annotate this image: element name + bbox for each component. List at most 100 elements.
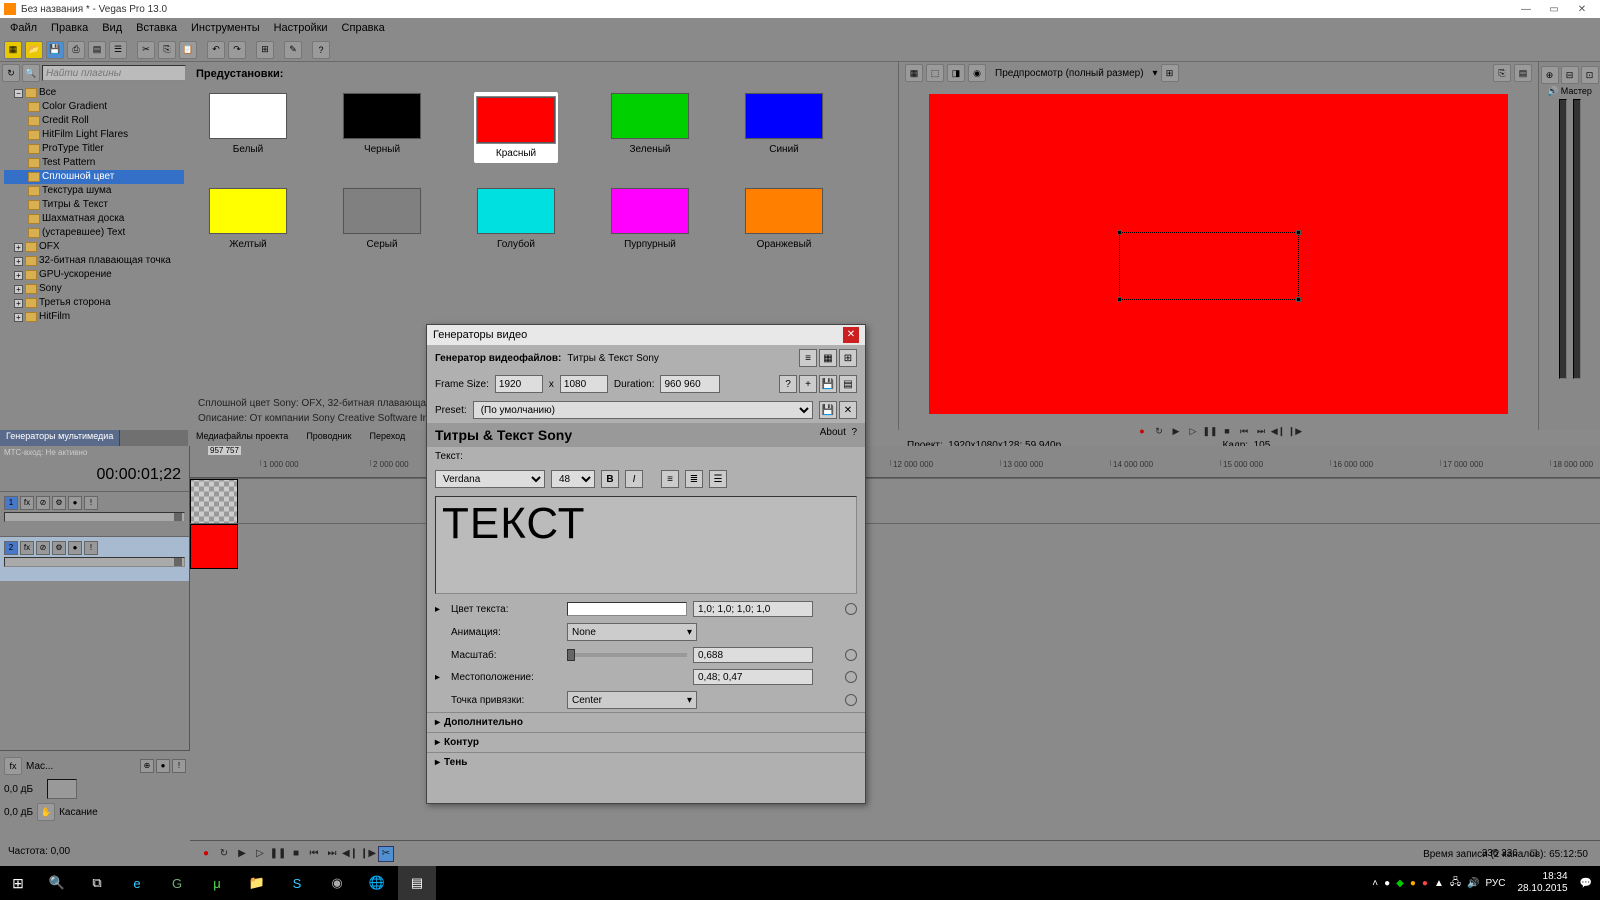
track-header-2[interactable]: 2fx⊘⚙●! (0, 536, 189, 581)
solid-color-clip[interactable] (190, 524, 238, 569)
mixer-insert-button[interactable]: ⊕ (140, 759, 154, 773)
loop-button[interactable]: ↻ (1152, 424, 1166, 438)
tree-item[interactable]: ProType Titler (4, 142, 184, 156)
task-view-button[interactable]: ⧉ (78, 866, 116, 900)
preview-save-button[interactable]: ▤ (1514, 64, 1532, 82)
maximize-button[interactable]: ▭ (1540, 1, 1568, 17)
menu-help[interactable]: Справка (336, 20, 391, 36)
tray-chevron-icon[interactable]: ˄ (1372, 878, 1378, 889)
utorrent-app[interactable]: μ (198, 866, 236, 900)
preset-swatch[interactable]: Пурпурный (608, 187, 692, 250)
snap-button[interactable]: ⊞ (256, 41, 274, 59)
next-frame-button[interactable]: ❙▶ (360, 846, 376, 862)
track-mute-button[interactable]: ● (68, 541, 82, 555)
loop-button[interactable]: ↻ (216, 846, 232, 862)
tray-icon[interactable]: ● (1410, 878, 1416, 889)
touch-icon[interactable]: ✋ (37, 803, 55, 821)
tree-item[interactable]: (устаревшее) Text (4, 226, 184, 240)
menu-settings[interactable]: Настройки (268, 20, 334, 36)
stop-button[interactable]: ■ (288, 846, 304, 862)
tree-group[interactable]: +OFX (4, 240, 184, 254)
preview-split-button[interactable]: ◨ (947, 64, 965, 82)
track-auto-button[interactable]: ⚙ (52, 541, 66, 555)
menu-edit[interactable]: Правка (45, 20, 94, 36)
tree-root[interactable]: −Все (4, 86, 184, 100)
go-start-button[interactable]: ⏮ (1237, 424, 1251, 438)
paste-button[interactable]: 📋 (179, 41, 197, 59)
keyframe-icon[interactable] (845, 603, 857, 615)
track-fx-button[interactable]: fx (20, 541, 34, 555)
scale-value[interactable]: 0,688 (693, 647, 813, 663)
preset-save-button[interactable]: 💾 (819, 401, 837, 419)
tab-project-media[interactable]: Медиафайлы проекта (188, 430, 296, 446)
explorer-app[interactable]: 📁 (238, 866, 276, 900)
tree-group[interactable]: +Sony (4, 282, 184, 296)
track-bypass-button[interactable]: ⊘ (36, 496, 50, 510)
text-color-swatch[interactable] (567, 602, 687, 616)
track-level-slider[interactable] (4, 557, 185, 567)
italic-button[interactable]: I (625, 470, 643, 488)
preview-frame[interactable] (929, 94, 1508, 414)
play-start-button[interactable]: ▶ (1169, 424, 1183, 438)
search-icon[interactable]: 🔍 (22, 64, 40, 82)
tree-group[interactable]: +GPU-ускорение (4, 268, 184, 282)
play-start-button[interactable]: ▶ (234, 846, 250, 862)
minimize-button[interactable]: — (1512, 1, 1540, 17)
font-size-select[interactable]: 48 (551, 470, 595, 488)
tray-volume-icon[interactable]: 🔊 (1467, 878, 1479, 889)
duration-input[interactable] (660, 375, 720, 393)
help-button[interactable]: ? (312, 41, 330, 59)
timeline-track-2[interactable] (190, 523, 1600, 568)
dlg-save-button[interactable]: 💾 (819, 375, 837, 393)
track-auto-button[interactable]: ⚙ (52, 496, 66, 510)
preview-mode-label[interactable]: Предпросмотр (полный размер) (989, 68, 1150, 79)
play-button[interactable]: ▷ (252, 846, 268, 862)
new-button[interactable]: ▦ (4, 41, 22, 59)
preset-swatch[interactable]: Зеленый (608, 92, 692, 163)
play-button[interactable]: ▷ (1186, 424, 1200, 438)
app-icon[interactable]: G (158, 866, 196, 900)
selection-box[interactable] (1119, 232, 1299, 300)
tab-explorer[interactable]: Проводник (298, 430, 359, 446)
track-bypass-button[interactable]: ⊘ (36, 541, 50, 555)
preset-swatch[interactable]: Черный (340, 92, 424, 163)
preview-opt-button[interactable]: ⬚ (926, 64, 944, 82)
bold-button[interactable]: B (601, 470, 619, 488)
start-button[interactable]: ⊞ (0, 866, 36, 900)
record-button[interactable]: ● (1135, 424, 1149, 438)
meter-opt1-button[interactable]: ⊕ (1541, 66, 1559, 84)
tree-item[interactable]: Test Pattern (4, 156, 184, 170)
properties-button[interactable]: ☰ (109, 41, 127, 59)
fold-outline[interactable]: ▸Контур (427, 732, 865, 752)
steam-app[interactable]: ◉ (318, 866, 356, 900)
track-solo-button[interactable]: ! (84, 541, 98, 555)
tree-item[interactable]: Color Gradient (4, 100, 184, 114)
tree-item[interactable]: Титры & Текст (4, 198, 184, 212)
tool1-button[interactable]: ✎ (284, 41, 302, 59)
redo-button[interactable]: ↷ (228, 41, 246, 59)
tray-icon[interactable]: ◆ (1396, 878, 1404, 889)
align-center-button[interactable]: ≣ (685, 470, 703, 488)
timeline-track-1[interactable] (190, 478, 1600, 523)
pause-button[interactable]: ❚❚ (270, 846, 286, 862)
preview-ext-button[interactable]: ▦ (905, 64, 923, 82)
mixer-mute-button[interactable]: ● (156, 759, 170, 773)
go-end-button[interactable]: ⏭ (1254, 424, 1268, 438)
save-as-button[interactable]: ⎙ (67, 41, 85, 59)
menu-view[interactable]: Вид (96, 20, 128, 36)
render-button[interactable]: ▤ (88, 41, 106, 59)
search-plugins-input[interactable] (42, 65, 186, 81)
tree-group[interactable]: +HitFilm (4, 310, 184, 324)
view-detail-button[interactable]: ⊞ (839, 349, 857, 367)
expand-icon[interactable]: ▸ (435, 604, 445, 615)
track-fx-button[interactable]: fx (20, 496, 34, 510)
tree-item[interactable]: Шахматная доска (4, 212, 184, 226)
undo-button[interactable]: ↶ (207, 41, 225, 59)
preset-swatch[interactable]: Серый (340, 187, 424, 250)
notifications-button[interactable]: 💬 (1580, 878, 1592, 889)
open-button[interactable]: 📂 (25, 41, 43, 59)
animation-select[interactable]: None▾ (567, 623, 697, 641)
text-preview-area[interactable]: ТЕКСТ (435, 496, 857, 594)
next-frame-button[interactable]: ❙▶ (1288, 424, 1302, 438)
timecode-display[interactable]: 00:00:01;22 (0, 459, 189, 491)
